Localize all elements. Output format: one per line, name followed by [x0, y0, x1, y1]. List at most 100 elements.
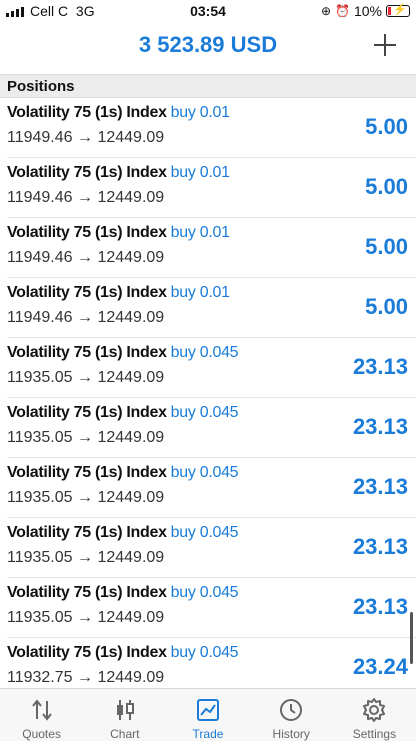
position-row[interactable]: Volatility 75 (1s) Index buy 0.01 11949.4… — [0, 98, 416, 158]
arrow-icon: → — [77, 309, 93, 326]
arrow-icon: → — [77, 669, 93, 686]
rotation-lock-icon: ⊕ — [320, 4, 332, 18]
position-profit: 5.00 — [365, 234, 408, 259]
current-price: 12449.09 — [97, 609, 165, 626]
position-row[interactable]: Volatility 75 (1s) Index buy 0.01 11949.4… — [0, 218, 416, 278]
tab-label: History — [272, 727, 310, 741]
battery-percent: 10% — [353, 3, 382, 19]
tab-trade[interactable]: Trade — [166, 689, 249, 741]
tab-label: Settings — [352, 727, 397, 741]
positions-list[interactable]: Volatility 75 (1s) Index buy 0.01 11949.4… — [0, 98, 416, 688]
position-direction: buy — [170, 104, 196, 121]
position-direction: buy — [170, 344, 196, 361]
position-row[interactable]: Volatility 75 (1s) Index buy 0.045 11935.… — [0, 458, 416, 518]
position-symbol: Volatility 75 (1s) Index — [7, 404, 167, 421]
position-row[interactable]: Volatility 75 (1s) Index buy 0.045 11935.… — [0, 398, 416, 458]
history-clock-icon — [280, 699, 303, 721]
position-profit: 23.13 — [352, 474, 408, 499]
tab-label: Trade — [192, 727, 224, 741]
position-symbol: Volatility 75 (1s) Index — [7, 284, 167, 301]
scrollbar[interactable] — [410, 612, 413, 664]
position-direction: buy — [170, 524, 196, 541]
header: 3 523.89 USD — [0, 28, 416, 68]
open-price: 11949.46 — [7, 309, 73, 326]
current-price: 12449.09 — [97, 549, 165, 566]
position-profit: 5.00 — [365, 174, 408, 199]
current-price: 12449.09 — [97, 129, 165, 146]
arrow-icon: → — [77, 369, 93, 386]
position-symbol: Volatility 75 (1s) Index — [7, 224, 167, 241]
position-profit: 23.13 — [352, 354, 408, 379]
position-direction: buy — [170, 644, 196, 661]
position-symbol: Volatility 75 (1s) Index — [7, 644, 167, 661]
position-volume: 0.045 — [199, 644, 239, 661]
alarm-icon: ⏰ — [335, 4, 350, 18]
position-volume: 0.01 — [199, 104, 230, 121]
arrow-icon: → — [77, 249, 93, 266]
position-symbol: Volatility 75 (1s) Index — [7, 344, 167, 361]
current-price: 12449.09 — [97, 669, 165, 686]
candlestick-icon — [116, 700, 134, 720]
position-row[interactable]: Volatility 75 (1s) Index buy 0.045 11935.… — [0, 518, 416, 578]
open-price: 11935.05 — [7, 609, 73, 626]
position-direction: buy — [170, 464, 196, 481]
position-profit: 23.24 — [352, 654, 408, 679]
position-volume: 0.045 — [199, 524, 239, 541]
position-volume: 0.045 — [199, 344, 239, 361]
gear-icon — [363, 698, 386, 722]
current-price: 12449.09 — [97, 189, 165, 206]
open-price: 11949.46 — [7, 189, 73, 206]
tab-chart[interactable]: Chart — [83, 689, 166, 741]
add-order-button[interactable] — [370, 30, 400, 60]
position-symbol: Volatility 75 (1s) Index — [7, 524, 167, 541]
position-symbol: Volatility 75 (1s) Index — [7, 584, 167, 601]
position-volume: 0.01 — [199, 164, 230, 181]
tab-settings[interactable]: Settings — [333, 689, 416, 741]
position-profit: 23.13 — [352, 534, 408, 559]
status-bar: Cell C 3G 03:54 ⊕ ⏰ 10% ⚡ — [0, 0, 416, 24]
arrow-icon: → — [77, 609, 93, 626]
position-volume: 0.045 — [199, 584, 239, 601]
position-volume: 0.01 — [199, 284, 230, 301]
position-symbol: Volatility 75 (1s) Index — [7, 164, 167, 181]
position-row[interactable]: Volatility 75 (1s) Index buy 0.045 11935.… — [0, 578, 416, 638]
position-row[interactable]: Volatility 75 (1s) Index buy 0.045 11935.… — [0, 338, 416, 398]
position-direction: buy — [170, 584, 196, 601]
arrow-icon: → — [77, 189, 93, 206]
positions-section-header: Positions — [0, 74, 416, 98]
current-price: 12449.09 — [97, 249, 165, 266]
trade-chart-icon — [197, 699, 219, 721]
open-price: 11935.05 — [7, 429, 73, 446]
position-profit: 5.00 — [365, 294, 408, 319]
position-profit: 23.13 — [352, 594, 408, 619]
account-balance: 3 523.89 USD — [138, 32, 278, 57]
open-price: 11932.75 — [7, 669, 73, 686]
position-volume: 0.045 — [199, 404, 239, 421]
position-profit: 5.00 — [365, 114, 408, 139]
tab-quotes[interactable]: Quotes — [0, 689, 83, 741]
position-direction: buy — [170, 164, 196, 181]
position-volume: 0.01 — [199, 224, 230, 241]
current-price: 12449.09 — [97, 369, 165, 386]
tab-label: Chart — [110, 727, 140, 741]
position-direction: buy — [170, 224, 196, 241]
current-price: 12449.09 — [97, 309, 165, 326]
position-row[interactable]: Volatility 75 (1s) Index buy 0.01 11949.4… — [0, 158, 416, 218]
quotes-icon — [31, 699, 52, 721]
tab-bar: Quotes Chart Trade History Settings — [0, 688, 416, 741]
current-price: 12449.09 — [97, 429, 165, 446]
arrow-icon: → — [77, 549, 93, 566]
position-direction: buy — [170, 284, 196, 301]
open-price: 11935.05 — [7, 489, 73, 506]
arrow-icon: → — [77, 429, 93, 446]
open-price: 11935.05 — [7, 549, 73, 566]
section-title: Positions — [7, 78, 75, 95]
position-symbol: Volatility 75 (1s) Index — [7, 464, 167, 481]
position-volume: 0.045 — [199, 464, 239, 481]
position-row[interactable]: Volatility 75 (1s) Index buy 0.045 11932.… — [0, 638, 416, 688]
open-price: 11949.46 — [7, 249, 73, 266]
position-row[interactable]: Volatility 75 (1s) Index buy 0.01 11949.4… — [0, 278, 416, 338]
position-symbol: Volatility 75 (1s) Index — [7, 104, 167, 121]
tab-history[interactable]: History — [250, 689, 333, 741]
open-price: 11935.05 — [7, 369, 73, 386]
